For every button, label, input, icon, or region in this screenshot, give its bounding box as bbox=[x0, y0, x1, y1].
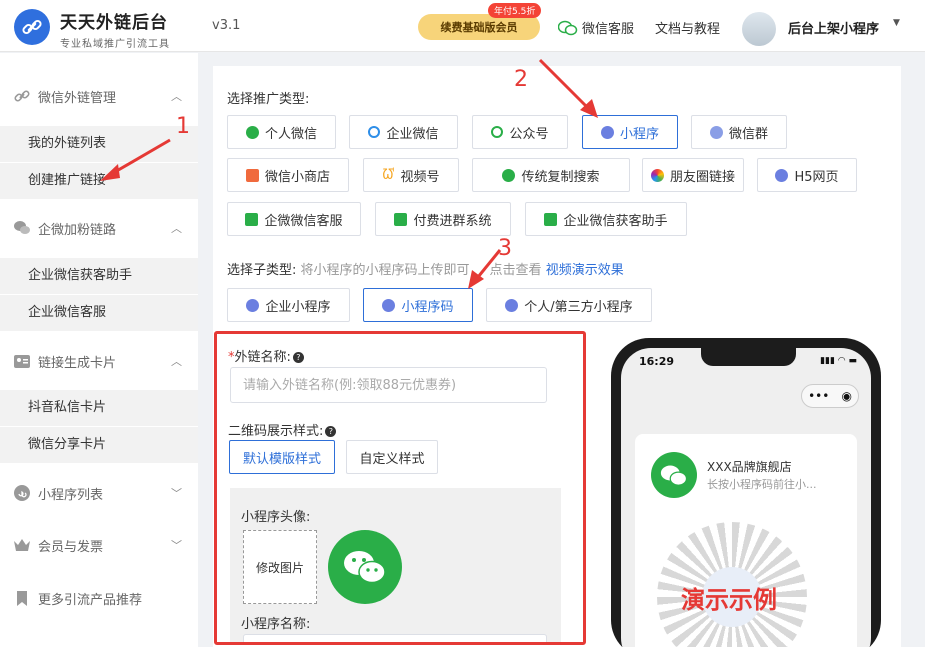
annotation-number-3: 3 bbox=[498, 236, 512, 261]
annotation-number-1: 1 bbox=[176, 114, 190, 139]
annotation-arrows bbox=[100, 58, 598, 289]
annotation-number-2: 2 bbox=[514, 67, 528, 92]
